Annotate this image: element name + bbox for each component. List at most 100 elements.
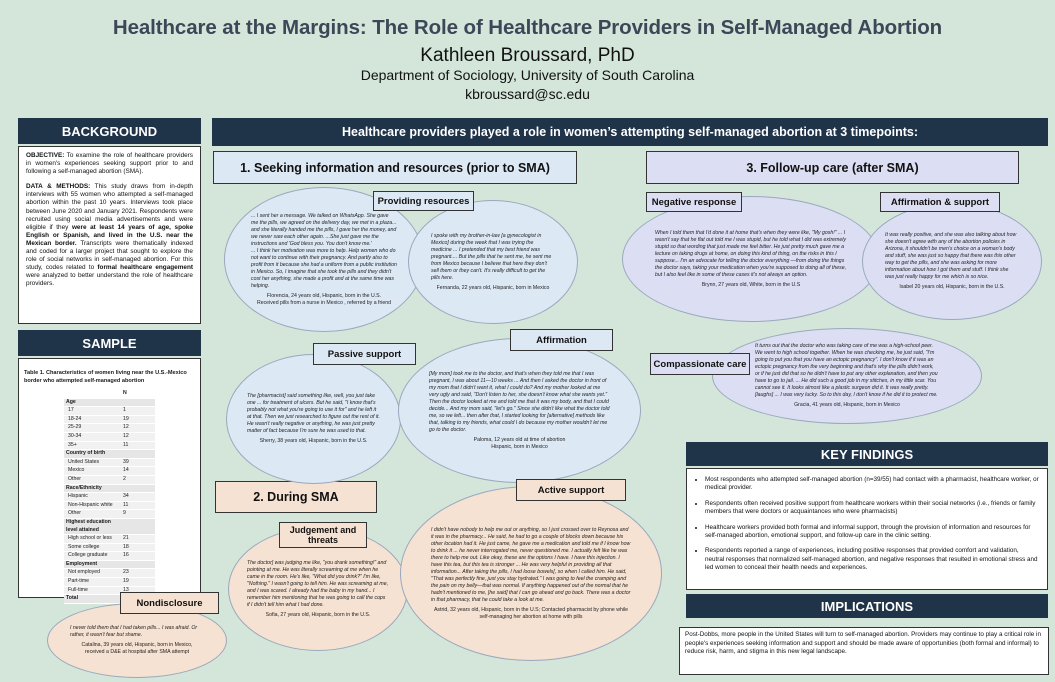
table-cell-n: 1 xyxy=(121,406,155,416)
table-row: High school or less 21 xyxy=(64,534,155,544)
table-cell-n: 34 xyxy=(121,492,155,502)
table-cell-label: Some college xyxy=(64,543,121,553)
table-cell-label: Country of birth xyxy=(64,449,121,459)
table-cell-label: Race/Ethnicity xyxy=(64,484,121,494)
table-cell-n: 14 xyxy=(121,466,155,476)
quote-attribution: Isabel 20 years old, Hispanic, born in t… xyxy=(899,284,1005,290)
implications-heading: IMPLICATIONS xyxy=(686,594,1048,618)
label-providing-resources: Providing resources xyxy=(373,191,474,211)
sample-panel: Table 1. Characteristics of women living… xyxy=(18,358,201,604)
table-row: Other 9 xyxy=(64,509,155,519)
quote-text: I didn't have nobody to help me out or a… xyxy=(431,526,631,603)
sample-table: N Age 17 1 18-24 19 25-29 12 30-34 12 35+ 11 Countr… xyxy=(64,390,155,604)
table-caption: Table 1. Characteristics of women living… xyxy=(24,370,187,384)
section2-heading: 2. During SMA xyxy=(215,481,377,513)
background-heading: BACKGROUND xyxy=(18,118,201,144)
quote-bubble-gracia: It turns out that the doctor who was tak… xyxy=(712,328,982,424)
table-row: 18-24 19 xyxy=(64,415,155,425)
table-cell-n xyxy=(121,398,155,408)
table-cell-n: 21 xyxy=(121,534,155,544)
table-cell-n: 39 xyxy=(121,458,155,468)
objective-paragraph: OBJECTIVE: To examine the role of health… xyxy=(26,152,193,176)
quote-bubble-catalina: I never told them that I had taken pills… xyxy=(47,603,227,678)
poster-header: Healthcare at the Margins: The Role of H… xyxy=(0,0,1055,110)
methods-label: DATA & METHODS: xyxy=(26,183,91,191)
table-row: Part-time 19 xyxy=(64,577,155,587)
table-cell-label: Non-Hispanic white xyxy=(64,501,121,511)
table-cell-n xyxy=(121,518,155,536)
section1-heading: 1. Seeking information and resources (pr… xyxy=(213,151,577,184)
quote-bubble-sherry: The [pharmacist] said something like, we… xyxy=(226,354,401,484)
table-row: Race/Ethnicity xyxy=(64,484,155,494)
quote-attribution: Sherry, 38 years old, Hispanic, born in … xyxy=(259,438,368,444)
quote-bubble-isabel: It was really positive, and she was also… xyxy=(862,203,1042,320)
table-row: Employment xyxy=(64,560,155,570)
table-row: Other 2 xyxy=(64,475,155,485)
table-col-n: N xyxy=(121,390,155,399)
table-row: Hispanic 34 xyxy=(64,492,155,502)
label-negative-response: Negative response xyxy=(646,192,742,212)
department: Department of Sociology, University of S… xyxy=(360,67,695,83)
table-row: Some college 18 xyxy=(64,543,155,553)
implications-panel: Post-Dobbs, more people in the United St… xyxy=(679,627,1049,675)
methods-paragraph: DATA & METHODS: This study draws from in… xyxy=(26,183,193,288)
quote-attribution: Gracia, 41 years old, Hispanic, born in … xyxy=(794,402,900,408)
table-row: Not employed 23 xyxy=(64,568,155,579)
table-row: Highest education level attained xyxy=(64,518,155,536)
poster-title: Healthcare at the Margins: The Role of H… xyxy=(112,16,943,39)
finding-item: Healthcare workers provided both formal … xyxy=(705,524,1039,541)
methods-bold-2: formal healthcare engagement xyxy=(97,264,193,272)
quote-bubble-fernanda: I spoke with my brother-in-law [a gyneco… xyxy=(408,200,578,324)
quote-attribution: Catalina, 39 years old, Hispanic, born i… xyxy=(81,642,193,655)
label-active-support: Active support xyxy=(516,479,626,501)
table-row: Country of birth xyxy=(64,449,155,459)
table-cell-label: 17 xyxy=(64,406,121,416)
background-panel: OBJECTIVE: To examine the role of health… xyxy=(18,146,201,324)
quote-text: It turns out that the doctor who was tak… xyxy=(755,343,938,398)
quote-text: I never told them that I had taken pills… xyxy=(70,625,198,638)
table-cell-label: High school or less xyxy=(64,534,121,544)
quote-text: The doctor] was judging me like, "you dr… xyxy=(247,559,389,608)
label-affirmation-support: Affirmation & support xyxy=(880,192,1000,212)
table-row: 17 1 xyxy=(64,406,155,416)
table-cell-n: 12 xyxy=(121,423,155,433)
quote-text: The [pharmacist] said something like, we… xyxy=(247,393,380,434)
table-cell-label: 30-34 xyxy=(64,432,121,442)
table-cell-n xyxy=(121,560,155,570)
quote-attribution: Sofia, 27 years old, Hispanic, born in t… xyxy=(265,611,371,618)
quote-attribution: Brynn, 27 years old, White, born in the … xyxy=(701,281,801,288)
label-judgement-threats: Judgement and threats xyxy=(279,522,367,548)
table-row: Mexico 14 xyxy=(64,466,155,476)
table-row: Non-Hispanic white 11 xyxy=(64,501,155,511)
quote-bubble-astrid: I didn't have nobody to help me out or a… xyxy=(400,486,662,661)
key-findings-panel: Most respondents who attempted self-mana… xyxy=(686,468,1048,590)
table-cell-n: 16 xyxy=(121,551,155,561)
table-row: Age xyxy=(64,398,155,408)
table-cell-label: Other xyxy=(64,475,121,485)
quote-attribution: Astrid, 32 years old, Hispanic, born in … xyxy=(433,606,629,620)
table-cell-label: Age xyxy=(64,398,121,408)
quote-text: ... I sent her a message. We talked on W… xyxy=(251,212,397,289)
table-row: 25-29 12 xyxy=(64,423,155,433)
table-cell-n: 9 xyxy=(121,509,155,519)
quote-text: When I told them that I'd done it at hom… xyxy=(655,229,847,278)
key-findings-heading: KEY FINDINGS xyxy=(686,442,1048,466)
table-cell-n: 19 xyxy=(121,577,155,587)
table-cell-label: Not employed xyxy=(64,568,121,579)
table-cell-n: 11 xyxy=(121,501,155,511)
quote-attribution: Paloma, 12 years old at time of abortion… xyxy=(473,436,566,450)
table-cell-n: 19 xyxy=(121,415,155,425)
quote-text: [My mom] took me to the doctor, and that… xyxy=(429,370,610,433)
table-cell-n: 12 xyxy=(121,432,155,442)
table-row: College graduate 16 xyxy=(64,551,155,561)
table-row: 35+ 11 xyxy=(64,441,155,451)
table-row: United States 39 xyxy=(64,458,155,468)
table-cell-n: 11 xyxy=(121,441,155,451)
table-cell-n: 23 xyxy=(121,568,155,579)
table-cell-label: 25-29 xyxy=(64,423,121,433)
sample-heading: SAMPLE xyxy=(18,330,201,356)
key-findings-list: Most respondents who attempted self-mana… xyxy=(691,476,1039,573)
finding-item: Respondents often received positive supp… xyxy=(705,500,1039,517)
label-affirmation: Affirmation xyxy=(510,329,613,351)
table-cell-label: 35+ xyxy=(64,441,121,451)
